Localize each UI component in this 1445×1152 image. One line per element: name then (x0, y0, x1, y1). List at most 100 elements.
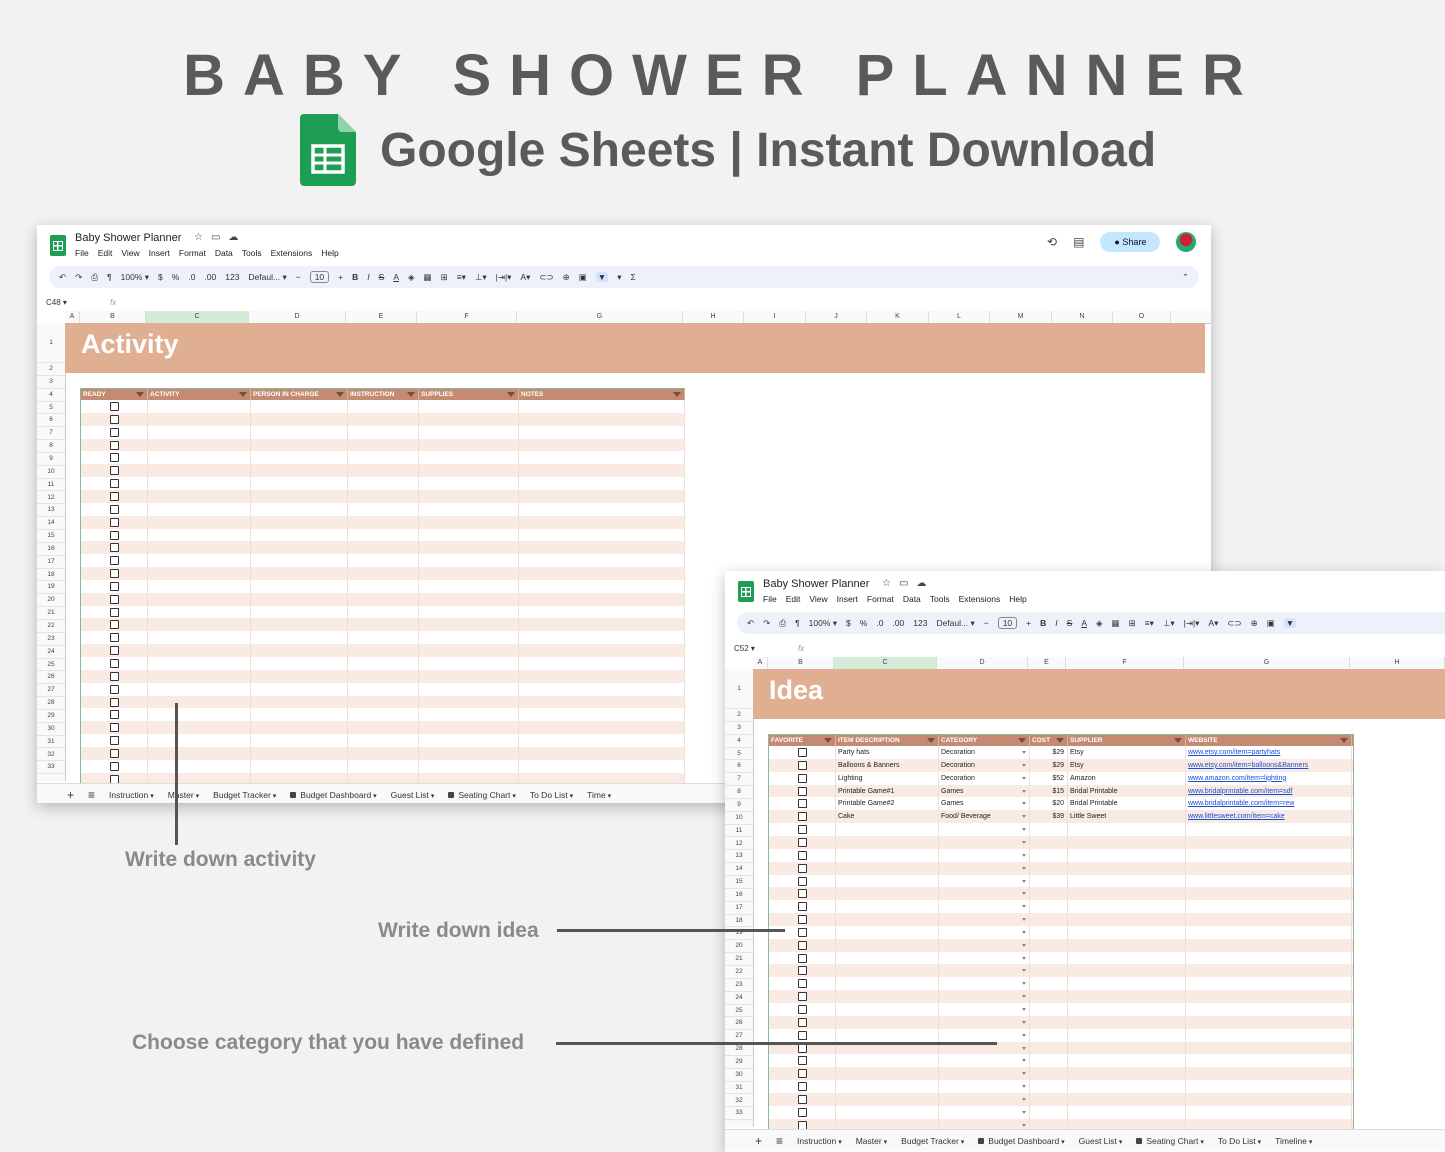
table-cell[interactable] (419, 618, 519, 632)
paint-format-icon[interactable]: ¶ (107, 272, 112, 282)
checkbox[interactable] (109, 556, 119, 566)
table-cell[interactable]: www.amazon.com/item=lighting (1186, 771, 1352, 785)
row-header[interactable]: 24 (37, 646, 65, 659)
column-header[interactable]: C (834, 657, 937, 669)
table-cell[interactable] (348, 464, 419, 478)
merge-icon[interactable]: ⊞ (1129, 618, 1136, 629)
percent-icon[interactable]: % (860, 618, 868, 628)
table-cell[interactable] (251, 734, 348, 748)
table-cell[interactable] (148, 412, 251, 426)
table-cell[interactable]: Decoration (939, 746, 1030, 759)
table-cell[interactable] (519, 528, 685, 542)
table-cell[interactable] (1186, 913, 1352, 927)
table-cell[interactable] (519, 567, 685, 581)
table-cell[interactable] (939, 938, 1030, 952)
row-header[interactable]: 17 (725, 902, 753, 915)
checkbox[interactable] (797, 786, 807, 796)
paint-format-icon[interactable]: ¶ (795, 618, 800, 628)
checkbox[interactable] (109, 620, 119, 630)
category-dropdown-icon[interactable] (1022, 956, 1026, 960)
row-header[interactable]: 14 (725, 863, 753, 877)
table-cell[interactable] (1068, 1041, 1186, 1055)
row-header[interactable]: 2 (725, 709, 753, 722)
checkbox[interactable] (797, 837, 807, 847)
checkbox[interactable] (109, 581, 119, 591)
table-cell[interactable] (148, 669, 251, 683)
table-cell[interactable] (348, 489, 419, 503)
table-cell[interactable] (1186, 1041, 1352, 1055)
italic-icon[interactable]: I (1055, 618, 1057, 628)
table-cell[interactable] (1030, 1015, 1068, 1029)
table-cell[interactable] (1186, 951, 1352, 965)
avatar[interactable] (1176, 232, 1197, 252)
checkbox[interactable] (797, 812, 807, 822)
checkbox[interactable] (109, 710, 119, 720)
table-cell[interactable] (1030, 823, 1068, 837)
table-cell[interactable] (519, 721, 685, 735)
table-cell[interactable]: Bridal Printable (1068, 797, 1186, 811)
table-cell[interactable] (148, 438, 251, 452)
table-cell[interactable] (419, 631, 519, 645)
table-cell[interactable] (419, 502, 519, 516)
table-cell[interactable] (1030, 861, 1068, 875)
table-cell[interactable] (148, 746, 251, 760)
table-cell[interactable]: Amazon (1068, 771, 1186, 785)
checkbox[interactable] (797, 1069, 807, 1079)
table-cell[interactable] (348, 477, 419, 491)
table-cell[interactable] (1186, 887, 1352, 901)
row-header[interactable]: 17 (37, 556, 65, 569)
row-header[interactable]: 31 (725, 1082, 753, 1095)
table-cell[interactable] (348, 502, 419, 516)
table-cell[interactable] (1030, 1080, 1068, 1094)
category-dropdown-icon[interactable] (1022, 1059, 1026, 1063)
table-cell[interactable] (419, 515, 519, 529)
print-icon[interactable]: ⎙ (779, 618, 786, 629)
table-cell[interactable] (419, 451, 519, 465)
link-icon[interactable]: ⊂⊃ (539, 272, 553, 283)
table-cell[interactable] (1030, 1003, 1068, 1016)
row-header[interactable]: 19 (37, 581, 65, 595)
checkbox[interactable] (797, 1017, 807, 1027)
sheet-grid[interactable]: A B C D E F G H 1 2 3 4 5 6 7 8 9 10 11 12 13 14 15 16 17 18 19 20 2… (725, 657, 1445, 1132)
category-dropdown-icon[interactable] (1022, 982, 1026, 986)
table-cell[interactable] (519, 541, 685, 555)
table-cell[interactable] (939, 964, 1030, 978)
comment-icon[interactable]: ⊕ (563, 272, 570, 283)
table-cell[interactable] (1030, 1105, 1068, 1119)
column-header[interactable]: F (417, 311, 517, 323)
row-header[interactable]: 18 (725, 915, 753, 928)
table-cell[interactable] (836, 1067, 939, 1081)
row-header[interactable]: 32 (725, 1095, 753, 1108)
checkbox[interactable] (109, 594, 119, 604)
row-header[interactable]: 8 (725, 786, 753, 799)
font-size-input[interactable]: 10 (309, 271, 330, 283)
decrease-decimal-icon[interactable]: .0 (188, 272, 195, 282)
table-cell[interactable] (836, 1015, 939, 1029)
table-cell[interactable] (939, 977, 1030, 991)
table-cell[interactable] (1030, 1054, 1068, 1068)
category-dropdown-icon[interactable] (1022, 1097, 1026, 1101)
cell-website[interactable]: www.etsy.com/item=partyhats (1188, 749, 1280, 756)
category-dropdown-icon[interactable] (1022, 879, 1026, 883)
category-dropdown-icon[interactable] (1022, 995, 1026, 999)
checkbox[interactable] (109, 427, 119, 437)
cell-website[interactable]: www.bridalprintable.com/item=sdf (1188, 788, 1292, 795)
wrap-icon[interactable]: |⇥|▾ (496, 272, 512, 283)
table-cell[interactable] (251, 438, 348, 452)
table-cell[interactable] (251, 746, 348, 760)
table-cell[interactable] (419, 425, 519, 439)
row-header[interactable]: 25 (725, 1005, 753, 1018)
row-header[interactable]: 1 (37, 323, 65, 363)
table-cell[interactable] (1030, 990, 1068, 1004)
table-cell[interactable] (1030, 835, 1068, 849)
category-dropdown-icon[interactable] (1022, 1085, 1026, 1089)
table-cell[interactable]: www.littlesweet.com/item=cake (1186, 810, 1352, 824)
table-cell[interactable] (1068, 887, 1186, 901)
category-dropdown-icon[interactable] (1022, 905, 1026, 909)
table-cell[interactable] (519, 605, 685, 619)
table-cell[interactable] (148, 489, 251, 503)
table-cell[interactable] (1068, 1003, 1186, 1016)
table-cell[interactable] (519, 489, 685, 503)
checkbox[interactable] (797, 927, 807, 937)
row-header[interactable]: 21 (37, 607, 65, 620)
